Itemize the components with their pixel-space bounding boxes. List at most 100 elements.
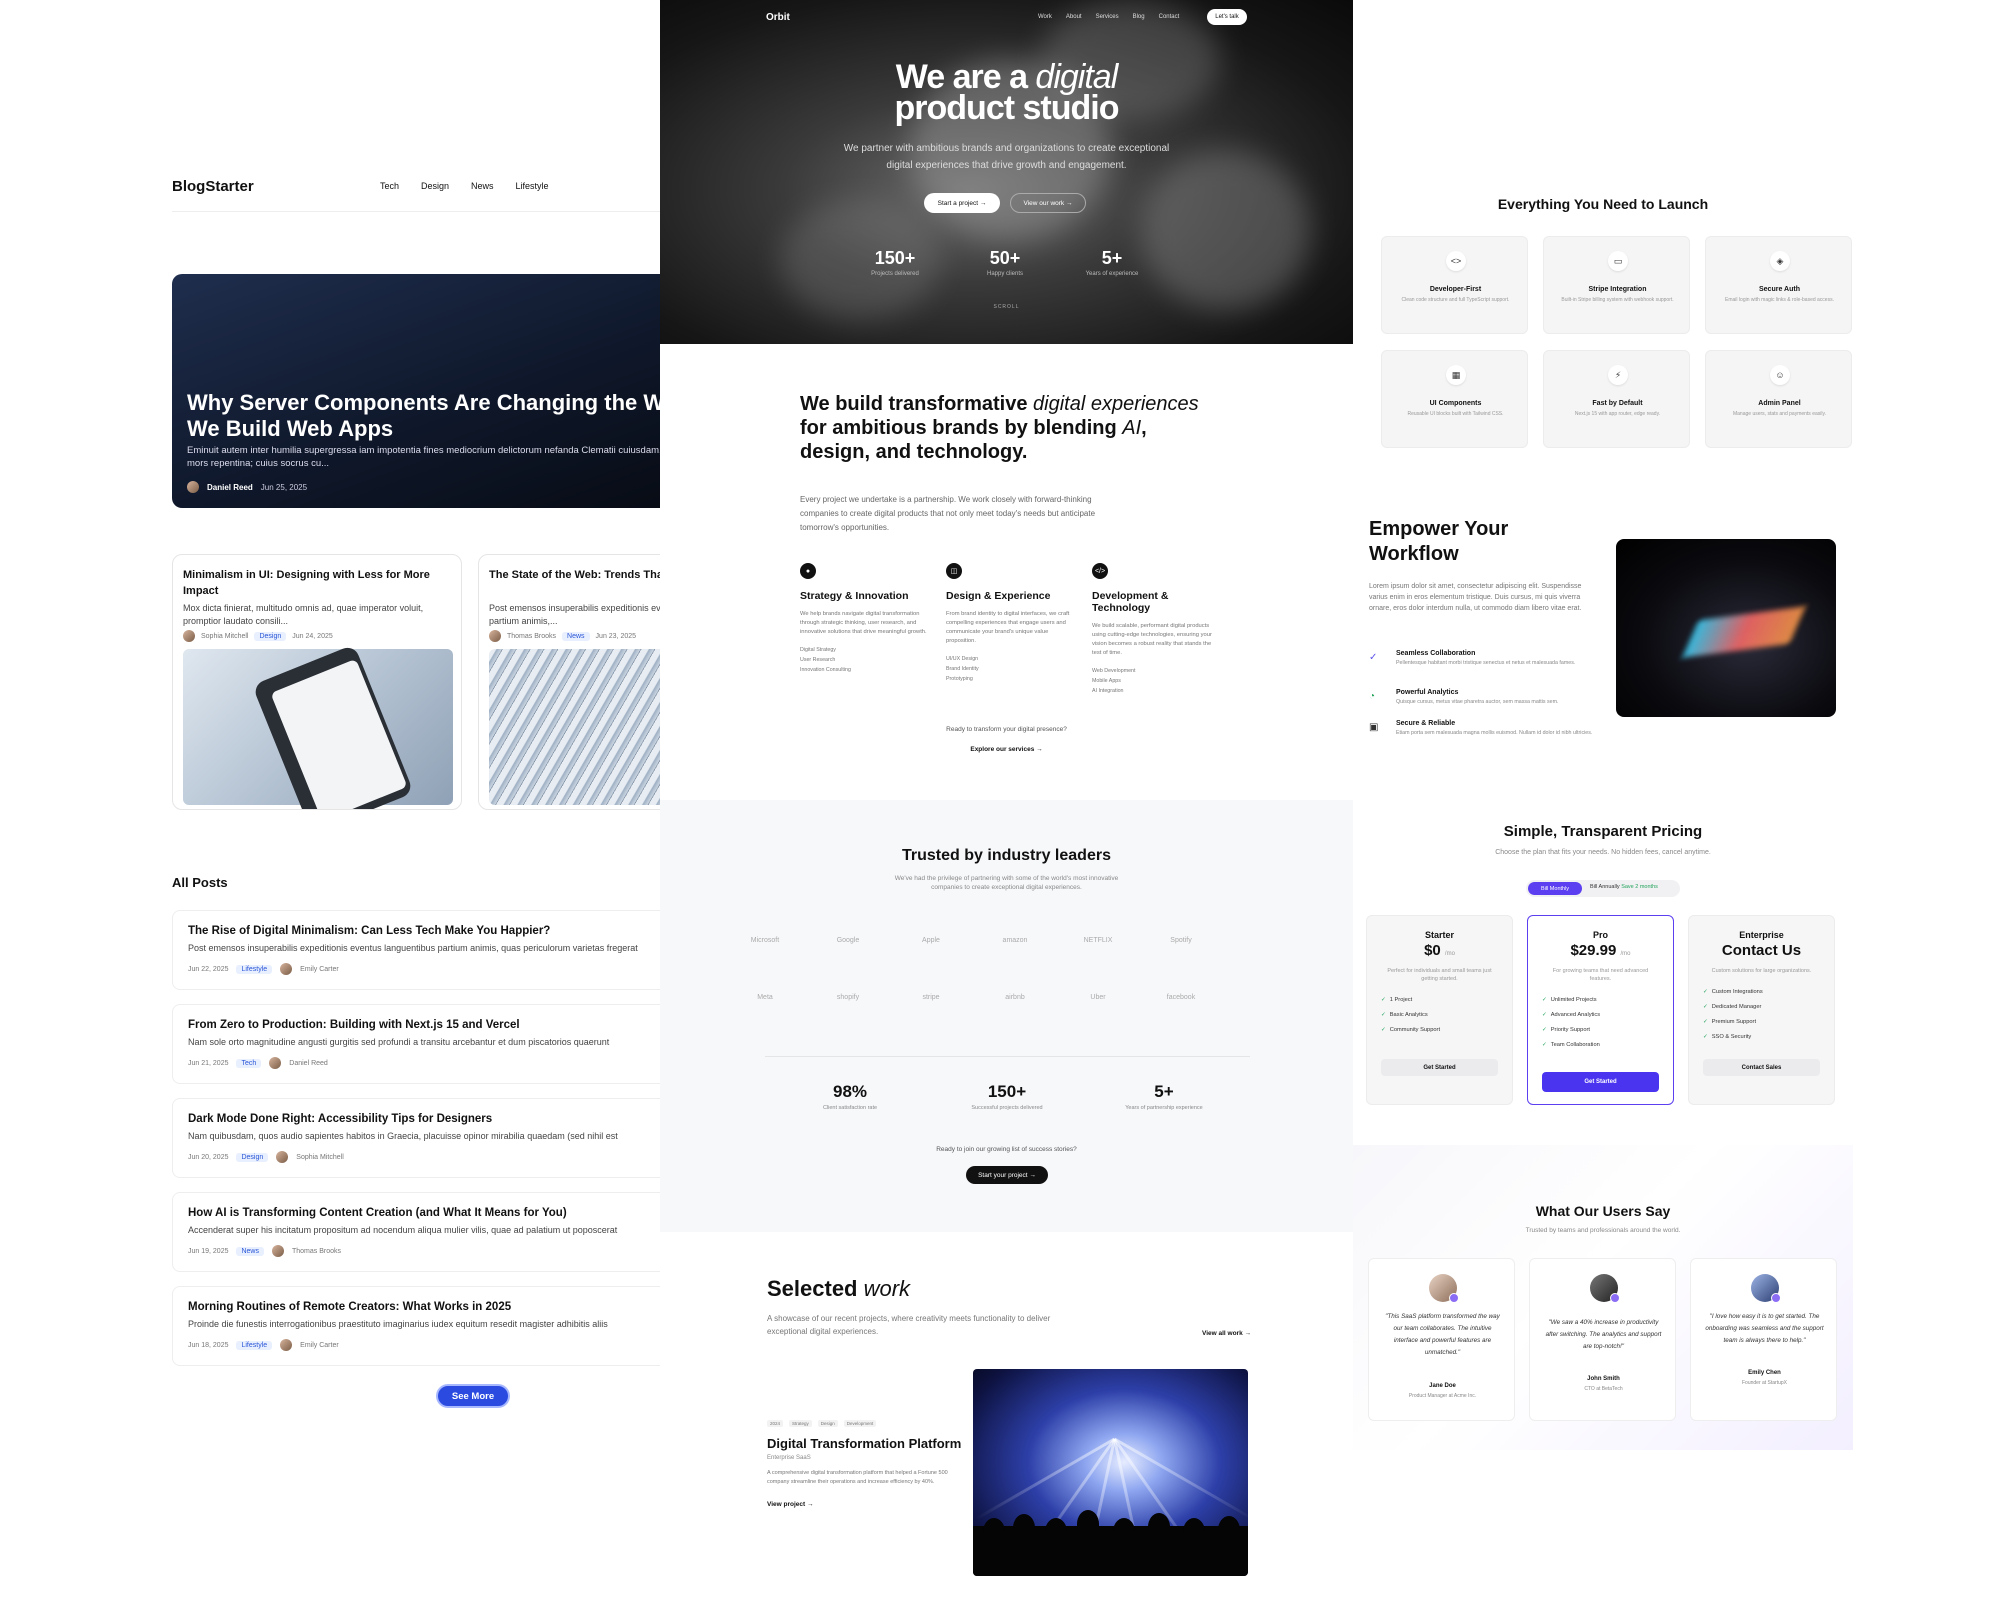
category-tag[interactable]: Lifestyle bbox=[236, 964, 273, 974]
orbit-logo[interactable]: Orbit bbox=[766, 12, 790, 23]
concert-project-image[interactable] bbox=[973, 1369, 1248, 1576]
feature-title: Developer-First bbox=[1429, 286, 1482, 293]
bill-annually-option[interactable]: Bill Annually Save 2 months bbox=[1590, 884, 1658, 890]
service-item: User Research bbox=[800, 657, 836, 663]
category-tag[interactable]: News bbox=[562, 631, 590, 641]
post-list-item[interactable]: From Zero to Production: Building with N… bbox=[172, 1004, 660, 1084]
featured-post-card[interactable]: The State of the Web: Trends That Will S… bbox=[478, 554, 660, 810]
category-tag[interactable]: Tech bbox=[236, 1058, 262, 1068]
avatar bbox=[280, 1339, 293, 1351]
project-title[interactable]: Digital Transformation Platform bbox=[767, 1437, 967, 1451]
category-tag[interactable]: Lifestyle bbox=[236, 1340, 273, 1350]
author-name: Emily Carter bbox=[300, 1341, 339, 1349]
project-tags: 2024 Strategy Design Development bbox=[767, 1420, 967, 1427]
trusted-subtitle: We've had the privilege of partnering wi… bbox=[894, 875, 1119, 891]
project-tag: 2024 bbox=[767, 1420, 784, 1427]
blog-brand[interactable]: BlogStarter bbox=[172, 178, 254, 195]
post-list-item[interactable]: How AI is Transforming Content Creation … bbox=[172, 1192, 660, 1272]
see-more-button[interactable]: See More bbox=[436, 1384, 510, 1408]
post-title[interactable]: The State of the Web: Trends That Will S… bbox=[489, 567, 660, 583]
view-project-link[interactable]: View project → bbox=[767, 1501, 967, 1508]
nav-link-lifestyle[interactable]: Lifestyle bbox=[516, 181, 549, 191]
start-your-project-button[interactable]: Start your project → bbox=[966, 1166, 1048, 1184]
service-title: Design & Experience bbox=[946, 590, 1051, 602]
check-icon: ✓ bbox=[1542, 1012, 1547, 1018]
grid-icon: ▦ bbox=[1446, 365, 1466, 385]
feature-desc: Reusable UI blocks built with Tailwind C… bbox=[1407, 411, 1504, 417]
smoke-background bbox=[1140, 150, 1310, 310]
empower-item: ▣ Secure & Reliable Etiam porta sem male… bbox=[1369, 720, 1595, 737]
stat-value: 5+ bbox=[1101, 248, 1123, 268]
category-tag[interactable]: Design bbox=[236, 1152, 269, 1162]
featured-post-card[interactable]: Minimalism in UI: Designing with Less fo… bbox=[172, 554, 462, 810]
post-list-item[interactable]: The Rise of Digital Minimalism: Can Less… bbox=[172, 910, 660, 990]
post-title[interactable]: The Rise of Digital Minimalism: Can Less… bbox=[188, 925, 550, 937]
avatar bbox=[489, 630, 501, 642]
testimonial-quote: "I love how easy it is to get started. T… bbox=[1705, 1313, 1824, 1344]
lets-talk-button[interactable]: Let's talk bbox=[1207, 9, 1247, 25]
testimonial-role: Founder at StartupX bbox=[1741, 1380, 1788, 1386]
hero-post-card[interactable]: Why Server Components Are Changing the W… bbox=[172, 274, 660, 508]
plan-name: Starter bbox=[1424, 930, 1454, 940]
trust-stat: 150+ Successful projects delivered bbox=[947, 1082, 1067, 1111]
selected-part: Selected bbox=[767, 1276, 864, 1301]
nav-link-about[interactable]: About bbox=[1066, 14, 1082, 20]
post-title[interactable]: From Zero to Production: Building with N… bbox=[188, 1019, 520, 1031]
trusted-title: Trusted by industry leaders bbox=[902, 847, 1111, 864]
contact-sales-button[interactable]: Contact Sales bbox=[1703, 1059, 1820, 1076]
post-title[interactable]: How AI is Transforming Content Creation … bbox=[188, 1207, 567, 1219]
nav-link-services[interactable]: Services bbox=[1096, 14, 1119, 20]
lock-icon: ▣ bbox=[1369, 722, 1379, 733]
category-tag[interactable]: Design bbox=[254, 631, 287, 641]
post-title[interactable]: Minimalism in UI: Designing with Less fo… bbox=[183, 567, 453, 599]
view-all-work-link[interactable]: View all work → bbox=[1202, 1330, 1251, 1337]
nav-link-tech[interactable]: Tech bbox=[380, 181, 399, 191]
post-date: Jun 25, 2025 bbox=[260, 482, 308, 492]
intro-italic: AI bbox=[1122, 417, 1142, 439]
service-item: Mobile Apps bbox=[1092, 678, 1121, 684]
start-project-button[interactable]: Start a project → bbox=[924, 193, 1000, 213]
nav-link-design[interactable]: Design bbox=[421, 181, 449, 191]
avatar bbox=[272, 1245, 284, 1257]
code-icon: <> bbox=[1446, 251, 1466, 271]
bolt-icon: ⚡ bbox=[1608, 365, 1628, 385]
testimonial-card: "We saw a 40% increase in productivity a… bbox=[1529, 1258, 1676, 1421]
post-meta: Jun 19, 2025 News Thomas Brooks bbox=[188, 1245, 341, 1257]
plan-feature-label: Basic Analytics bbox=[1389, 1012, 1428, 1018]
get-started-button[interactable]: Get Started bbox=[1542, 1072, 1659, 1092]
explore-services-link[interactable]: Explore our services → bbox=[660, 746, 1353, 753]
check-icon: ✓ bbox=[1542, 997, 1547, 1003]
hero-subtitle: We partner with ambitious brands and org… bbox=[843, 143, 1170, 171]
feature-card: ◈ Secure Auth Email login with magic lin… bbox=[1705, 236, 1852, 334]
project-tag: Design bbox=[817, 1420, 838, 1427]
nav-link-work[interactable]: Work bbox=[1038, 14, 1052, 20]
post-title[interactable]: Morning Routines of Remote Creators: Wha… bbox=[188, 1301, 511, 1313]
check-icon: ✓ bbox=[1703, 1034, 1708, 1040]
post-excerpt: Post emensos insuperabilis expeditionis … bbox=[188, 943, 638, 953]
nav-link-contact[interactable]: Contact bbox=[1159, 14, 1180, 20]
design-phone-image bbox=[183, 644, 453, 809]
post-meta: Thomas Brooks News Jun 23, 2025 bbox=[489, 630, 636, 642]
get-started-button[interactable]: Get Started bbox=[1381, 1059, 1498, 1076]
price-period: /mo bbox=[1620, 951, 1631, 957]
testimonials-section: What Our Users Say Trusted by teams and … bbox=[1353, 1145, 1853, 1450]
post-list-item[interactable]: Dark Mode Done Right: Accessibility Tips… bbox=[172, 1098, 660, 1178]
service-title: Strategy & Innovation bbox=[800, 590, 909, 602]
billing-toggle[interactable]: Bill Monthly Bill Annually Save 2 months bbox=[1526, 880, 1680, 897]
category-tag[interactable]: News bbox=[236, 1246, 264, 1256]
bill-monthly-option[interactable]: Bill Monthly bbox=[1528, 882, 1582, 895]
blog-navbar: BlogStarter Tech Design News Lifestyle bbox=[172, 178, 660, 212]
post-meta: Jun 22, 2025 Lifestyle Emily Carter bbox=[188, 963, 339, 975]
agency-hero: Orbit Work About Services Blog Contact L… bbox=[660, 0, 1353, 344]
nav-link-blog[interactable]: Blog bbox=[1133, 14, 1145, 20]
post-title[interactable]: Dark Mode Done Right: Accessibility Tips… bbox=[188, 1113, 492, 1125]
client-logo: Spotify bbox=[1170, 937, 1192, 944]
scroll-indicator[interactable]: SCROLL bbox=[660, 304, 1353, 310]
hero-post-title[interactable]: Why Server Components Are Changing the W… bbox=[187, 390, 660, 442]
bill-annually-label: Bill Annually bbox=[1590, 884, 1620, 890]
plan-features: ✓ Unlimited Projects ✓ Advanced Analytics … bbox=[1542, 993, 1673, 1053]
nav-link-news[interactable]: News bbox=[471, 181, 494, 191]
empower-item-title: Seamless Collaboration bbox=[1396, 650, 1476, 657]
post-list-item[interactable]: Morning Routines of Remote Creators: Wha… bbox=[172, 1286, 660, 1366]
view-work-button[interactable]: View our work → bbox=[1010, 193, 1086, 213]
